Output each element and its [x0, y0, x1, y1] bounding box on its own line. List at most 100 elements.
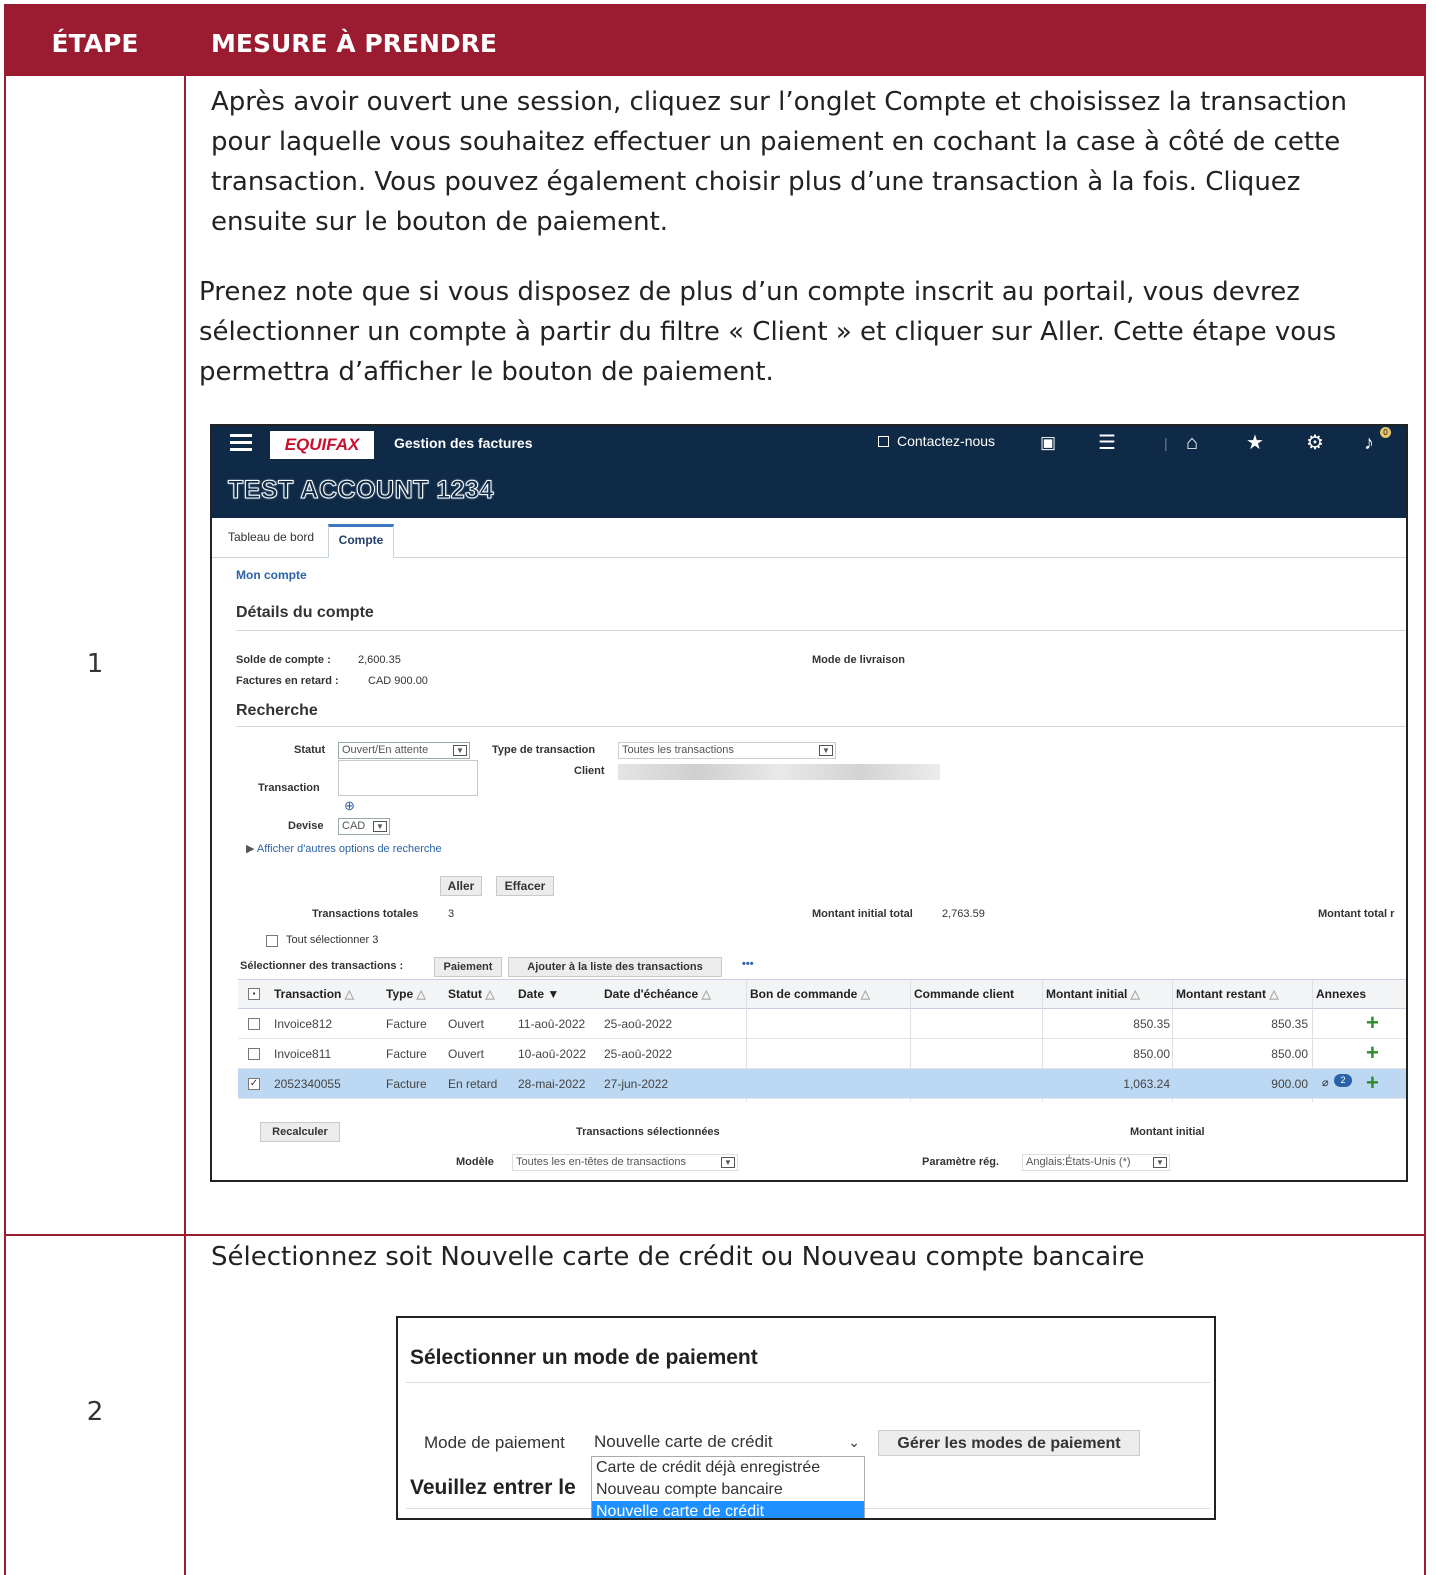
lookup-icon[interactable]: ⊕: [344, 798, 355, 814]
payment-mode-select[interactable]: Nouvelle carte de crédit ⌄: [590, 1430, 866, 1454]
search-doc-icon[interactable]: ▣: [1040, 430, 1056, 456]
table-row[interactable]: Invoice811 Facture Ouvert 10-aoû-2022 25…: [238, 1039, 1406, 1069]
delivery-label: Mode de livraison: [812, 654, 905, 666]
col-date[interactable]: Date ▼: [518, 987, 559, 1001]
chevron-down-icon: ▼: [373, 821, 387, 832]
mail-icon: [878, 436, 889, 447]
star-icon[interactable]: ★: [1246, 430, 1264, 456]
overdue-label: Factures en retard :: [236, 675, 339, 687]
app-title: Gestion des factures: [394, 435, 533, 451]
bell-icon[interactable]: ♪: [1364, 430, 1374, 456]
balance-value: 2,600.35: [358, 654, 401, 666]
col-remaining-amount[interactable]: Montant restant △: [1176, 987, 1279, 1001]
locale-label: Paramètre rég.: [922, 1156, 1000, 1168]
txn-type-select[interactable]: Toutes les transactions ▼: [618, 742, 836, 759]
model-select[interactable]: Toutes les en-têtes de transactions ▼: [512, 1154, 738, 1171]
balance-label: Solde de compte :: [236, 654, 331, 666]
initial-amount-label: Montant initial: [1130, 1126, 1205, 1138]
currency-select[interactable]: CAD ▼: [338, 818, 390, 835]
table-row-selected[interactable]: ✓ 2052340055 Facture En retard 28-mai-20…: [238, 1069, 1406, 1099]
divider-icon: |: [1164, 435, 1168, 451]
attachment-count-badge: 2: [1334, 1074, 1352, 1087]
table-row[interactable]: Invoice812 Facture Ouvert 11-aoû-2022 25…: [238, 1009, 1406, 1039]
pay-button[interactable]: Paiement: [434, 957, 502, 977]
enter-info-heading: Veuillez entrer le: [410, 1476, 576, 1499]
initial-total-value: 2,763.59: [942, 908, 985, 920]
go-button[interactable]: Aller: [440, 876, 482, 896]
model-label: Modèle: [456, 1156, 494, 1168]
list-icon[interactable]: ☰: [1098, 430, 1116, 456]
row-checkbox[interactable]: [248, 1048, 260, 1060]
option-new-credit-card[interactable]: Nouvelle carte de crédit: [592, 1501, 864, 1518]
add-attachment-icon[interactable]: +: [1366, 1072, 1379, 1094]
row-checkbox[interactable]: [248, 1018, 260, 1030]
transaction-input[interactable]: [338, 760, 478, 796]
menu-icon[interactable]: [230, 434, 252, 452]
divider: [236, 726, 1406, 727]
step1-paragraph-2: Prenez note que si vous disposez de plus…: [199, 277, 1337, 387]
col-client-order[interactable]: Commande client: [914, 987, 1014, 1001]
total-transactions-value: 3: [448, 908, 455, 920]
recalculate-button[interactable]: Recalculer: [260, 1122, 340, 1142]
tab-bar: Tableau de bord Compte: [212, 518, 1406, 558]
col-type[interactable]: Type △: [386, 987, 426, 1001]
chevron-down-icon: ▼: [1153, 1157, 1167, 1168]
contact-link[interactable]: Contactez-nous: [878, 433, 995, 449]
status-label: Statut: [294, 744, 326, 756]
step-number-2: 2: [86, 1397, 104, 1427]
table-header: ÉTAPE MESURE À PRENDRE: [6, 4, 1424, 76]
option-saved-card[interactable]: Carte de crédit déjà enregistrée: [592, 1457, 864, 1479]
select-all-label: Tout sélectionner 3: [286, 934, 379, 946]
more-actions-icon[interactable]: •••: [742, 958, 754, 970]
locale-select[interactable]: Anglais:États-Unis (*) ▼: [1022, 1154, 1170, 1171]
status-select[interactable]: Ouvert/En attente ▼: [338, 742, 470, 759]
select-transactions-label: Sélectionner des transactions :: [240, 960, 404, 972]
divider: [406, 1382, 1210, 1383]
client-label: Client: [574, 765, 605, 777]
equifax-logo: EQUIFAX: [270, 431, 374, 459]
col-status[interactable]: Statut △: [448, 987, 495, 1001]
step1-paragraph-1: Après avoir ouvert une session, cliquez …: [211, 87, 1347, 237]
chevron-down-icon: ▼: [819, 745, 833, 756]
paperclip-icon[interactable]: ⌀: [1322, 1076, 1329, 1089]
select-all-checkbox[interactable]: [266, 935, 278, 947]
gear-icon[interactable]: ⚙: [1306, 430, 1324, 456]
col-transaction[interactable]: Transaction △: [274, 987, 354, 1001]
more-options-link[interactable]: ▶ Afficher d'autres options de recherche: [246, 842, 442, 855]
header-checkbox[interactable]: ▪: [248, 988, 260, 1000]
chevron-down-icon: ▼: [453, 745, 467, 756]
step2-paragraph: Sélectionnez soit Nouvelle carte de créd…: [211, 1242, 1145, 1272]
add-attachment-icon[interactable]: +: [1366, 1042, 1379, 1064]
col-due-date[interactable]: Date d'échéance △: [604, 987, 711, 1001]
remaining-total-label: Montant total r: [1318, 908, 1395, 920]
tab-account[interactable]: Compte: [328, 524, 394, 558]
account-screenshot: EQUIFAX Gestion des factures Contactez-n…: [210, 424, 1408, 1182]
selected-transactions-label: Transactions sélectionnées: [576, 1126, 720, 1138]
action-column-header: MESURE À PRENDRE: [211, 29, 497, 58]
row-divider: [6, 1234, 1424, 1236]
overdue-value: CAD 900.00: [368, 675, 428, 687]
tab-dashboard[interactable]: Tableau de bord: [228, 530, 314, 544]
step-column-header: ÉTAPE: [51, 29, 139, 58]
step-number-1: 1: [86, 649, 104, 679]
row-checkbox-checked[interactable]: ✓: [248, 1078, 260, 1090]
option-new-bank-account[interactable]: Nouveau compte bancaire: [592, 1479, 864, 1501]
manage-payment-modes-button[interactable]: Gérer les modes de paiement: [878, 1430, 1140, 1456]
payment-mode-title: Sélectionner un mode de paiement: [410, 1346, 758, 1369]
payment-mode-label: Mode de paiement: [424, 1433, 565, 1452]
col-initial-amount[interactable]: Montant initial △: [1046, 987, 1140, 1001]
add-to-list-button[interactable]: Ajouter à la liste des transactions: [508, 957, 722, 977]
breadcrumb[interactable]: Mon compte: [236, 568, 307, 582]
account-name: TEST ACCOUNT 1234: [228, 476, 494, 505]
col-purchase-order[interactable]: Bon de commande △: [750, 987, 870, 1001]
clear-button[interactable]: Effacer: [496, 876, 554, 896]
add-attachment-icon[interactable]: +: [1366, 1012, 1379, 1034]
divider: [236, 630, 1406, 631]
transactions-header: ▪ Transaction △ Type △ Statut △ Date ▼ D…: [238, 979, 1406, 1102]
transaction-label: Transaction: [258, 782, 320, 794]
home-icon[interactable]: ⌂: [1186, 430, 1198, 456]
triangle-right-icon: ▶: [246, 843, 257, 855]
client-field-blurred[interactable]: [618, 764, 940, 780]
column-divider: [184, 4, 186, 1575]
total-transactions-label: Transactions totales: [312, 908, 419, 920]
